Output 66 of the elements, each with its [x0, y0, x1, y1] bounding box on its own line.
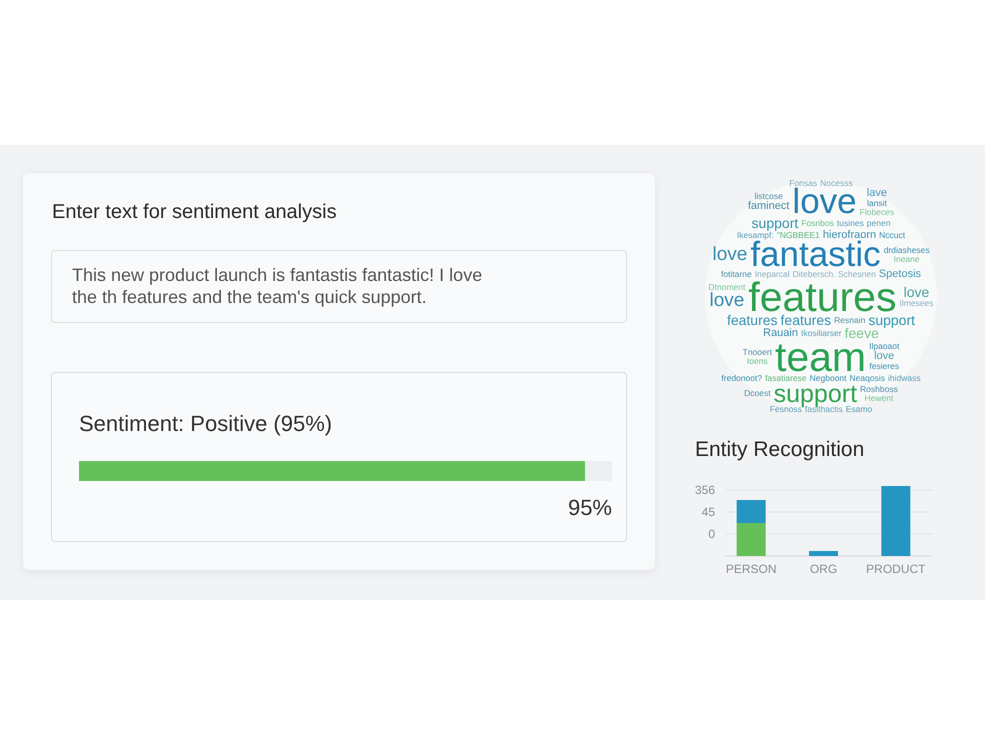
cloud-word: features	[780, 314, 832, 326]
cloud-word: love	[904, 286, 930, 298]
cloud-word: Neaqosis	[850, 374, 885, 382]
cloud-word: feeve	[844, 326, 879, 340]
axis-tick-label: 0	[708, 527, 715, 541]
cloud-word: Fesnoss	[770, 404, 802, 414]
cloud-word: Fosnbos	[801, 218, 834, 228]
cloud-word: "NGBBEE1	[776, 230, 820, 240]
cloud-word: love	[874, 351, 894, 362]
cloud-word: Ditebersch. Schesnen	[792, 270, 876, 278]
category-label: PRODUCT	[866, 562, 926, 576]
chart-title: Entity Recognition	[695, 437, 866, 463]
cloud-word: drdiasheses	[884, 246, 930, 254]
cloud-word: features	[726, 314, 778, 326]
cloud-word: Negboont	[810, 374, 847, 382]
cloud-word: features	[748, 280, 896, 314]
cloud-word: fesieres	[869, 362, 900, 371]
cloud-word: Dtnoment	[708, 283, 746, 292]
axis-tick-label: 45	[702, 505, 715, 519]
category-label: PERSON	[726, 562, 776, 576]
sentiment-label: Sentiment: Positive (95%)	[79, 411, 334, 437]
cloud-word: lansit	[866, 198, 887, 208]
cloud-word: support	[752, 216, 798, 230]
text-input-field[interactable]: This new product launch is fantastis fantastic! I love the th features and the team's quick support.	[51, 250, 627, 323]
axis-tick-label: 356	[695, 483, 715, 497]
cloud-word: love	[709, 292, 744, 310]
cloud-word: Nocesss	[820, 178, 853, 188]
cloud-word: Ineane	[894, 254, 920, 264]
cloud-word: Ioens	[746, 356, 768, 366]
cloud-word: support	[868, 314, 916, 326]
cloud-word: fantastic	[750, 240, 881, 268]
cloud-word: Tnooert	[742, 348, 772, 356]
cloud-word: Esamo	[846, 404, 872, 414]
category-label: ORG	[810, 562, 838, 576]
cloud-word: team	[774, 340, 866, 374]
cloud-word: love	[712, 246, 748, 264]
cloud-word: ihidwass	[888, 374, 921, 382]
cloud-word: Flobeces	[860, 208, 894, 216]
cloud-word: tusines	[836, 218, 864, 228]
cloud-word: Resnain	[834, 316, 866, 324]
cloud-word: penen	[866, 218, 890, 228]
cloud-word: Ineparcal	[754, 270, 790, 278]
cloud-word: Ilmesees	[900, 298, 934, 308]
cloud-word: Spetosis	[878, 268, 922, 280]
cloud-word: fotitarne	[720, 270, 752, 278]
cloud-word: fasatiarese	[765, 374, 807, 382]
cloud-word: Rauain	[763, 328, 798, 338]
cloud-word: Roshboss	[860, 384, 898, 394]
cloud-word: Dcoest	[744, 389, 771, 398]
cloud-word: love	[792, 188, 857, 216]
cloud-word: Ikosiliarser	[800, 328, 842, 338]
cloud-word: listcose	[754, 192, 783, 201]
cloud-word: Ikesampf:	[736, 230, 774, 240]
chart-bar	[809, 551, 838, 556]
cloud-word: fredonoot?	[721, 374, 762, 382]
cloud-word: Fonsas	[789, 178, 818, 188]
input-heading: Enter text for sentiment analysis	[52, 200, 338, 224]
cloud-word: fasithactis	[804, 404, 843, 414]
sentiment-percent: 95%	[566, 495, 612, 521]
cloud-word: Hewent	[864, 394, 894, 402]
cloud-word: Nccuct	[879, 230, 906, 240]
cloud-word: Ilpaoaot	[869, 342, 900, 351]
cloud-word: faminect	[748, 201, 790, 212]
chart-bar	[881, 486, 910, 556]
cloud-word: lave	[866, 188, 887, 198]
cloud-word: hierofraorn	[822, 230, 876, 240]
